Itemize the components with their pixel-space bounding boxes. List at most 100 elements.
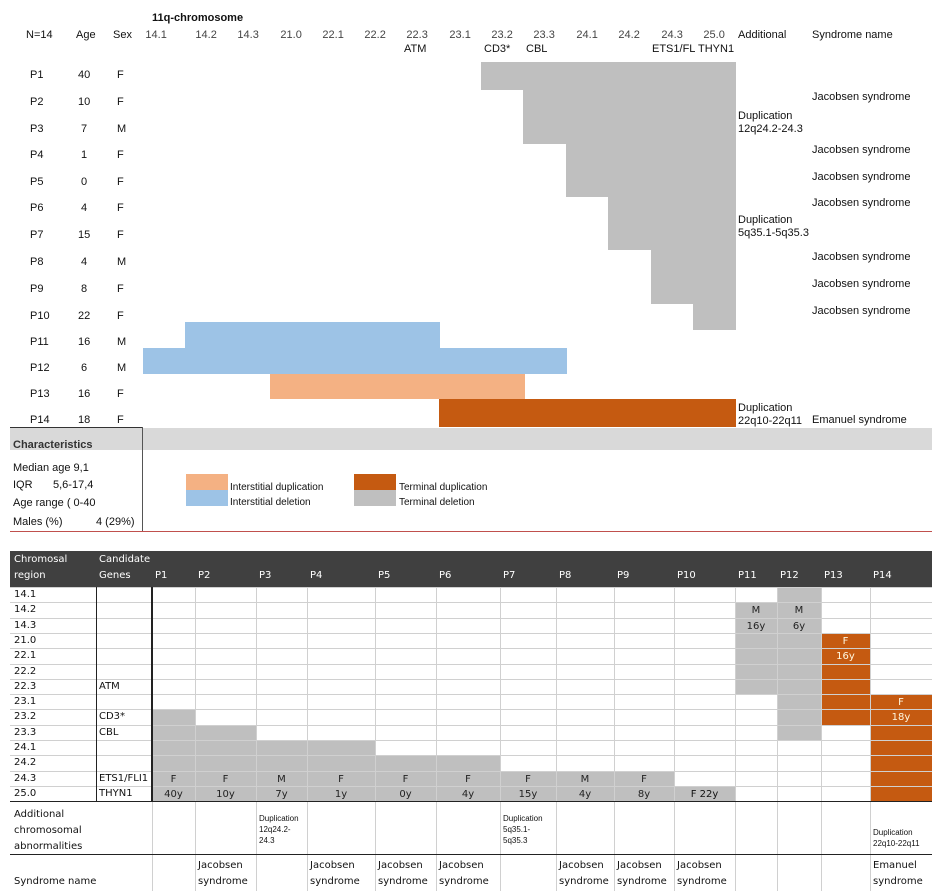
additional-P14-1: 22q10-22q11	[873, 839, 920, 849]
additional-P3-1: 12q24.2-	[259, 825, 291, 835]
iqr-label: IQR	[13, 479, 33, 491]
region-23.3: 23.3	[14, 726, 37, 738]
grid-row-line-5	[10, 663, 932, 665]
patient-age-P7: 15	[78, 229, 91, 241]
additional-note-0-line2: 12q24.2-24.3	[738, 123, 803, 135]
terminal-deletion-bar-P4	[566, 143, 736, 170]
age-P2: 10y	[216, 788, 235, 800]
legend-swatch-interstitial-del	[186, 490, 228, 506]
syndrome-P14-2: syndrome	[873, 876, 923, 888]
age-label: Age	[76, 29, 96, 41]
patient-id-P6: P6	[30, 202, 44, 214]
patient-sex-P12: M	[117, 362, 127, 374]
grid-col-line-14	[821, 587, 822, 891]
patient-id-P10: P10	[30, 310, 50, 322]
patient-id-P1: P1	[30, 69, 44, 81]
syndrome-P5-2: syndrome	[378, 876, 428, 888]
patient-age-P9: 8	[81, 283, 88, 295]
hdr-genes-1: Candidate	[99, 554, 151, 565]
syndrome-P14-1: Emanuel	[873, 860, 917, 872]
patient-sex-P2: F	[117, 96, 124, 108]
hdr-patient-P4: P4	[310, 570, 323, 581]
syndrome-P9-2: syndrome	[617, 876, 667, 888]
grid-row-line-1	[10, 602, 932, 604]
legend-swatch-terminal-del	[354, 490, 396, 506]
patient-age-P2: 10	[78, 96, 91, 108]
patient-sex-P7: F	[117, 229, 124, 241]
syndrome-P10-1: Jacobsen	[677, 860, 722, 872]
terminal-deletion-bar-P2	[523, 89, 736, 117]
sex-age-P10: F 22y	[690, 788, 719, 800]
region-24.2: 24.2	[14, 757, 37, 769]
additional-P3-2: 24.3	[259, 836, 275, 846]
additional-label-2: chromosomal	[14, 825, 82, 837]
syndrome-P2-2: syndrome	[198, 876, 248, 888]
grid-row-line-0	[10, 587, 932, 588]
band-label-14.2: 14.2	[195, 29, 217, 41]
patient-age-P1: 40	[78, 69, 91, 81]
gene-label-13: THYN1	[698, 43, 735, 55]
syndrome-P5-1: Jacobsen	[378, 860, 423, 872]
additional-P7-0: Duplication	[503, 814, 543, 824]
region-23.2: 23.2	[14, 711, 37, 723]
patient-id-P9: P9	[30, 283, 44, 295]
terminal-deletion-bar-P3	[523, 116, 736, 144]
grid-row-line-7	[10, 694, 932, 696]
genes-right-border	[151, 587, 153, 802]
sex-P14: F	[898, 697, 904, 709]
genes-left-border	[96, 587, 97, 802]
additional-label-1: Additional	[14, 809, 65, 821]
grid-col-line-9	[556, 587, 557, 891]
patient-age-P8: 4	[81, 256, 88, 268]
grid-row-line-10	[10, 740, 932, 741]
patient-syndrome-P5: Jacobsen syndrome	[812, 171, 911, 183]
patient-sex-P8: M	[117, 256, 127, 268]
grid-col-line-5	[307, 587, 308, 891]
sex-P4: F	[338, 773, 344, 785]
terminal-deletion-bar-P6	[608, 196, 736, 224]
additional-note-0-line1: Duplication	[738, 110, 793, 122]
interstitial-deletion-bar-P12	[143, 348, 567, 374]
red-separator	[10, 531, 932, 532]
hdr-patient-P9: P9	[617, 570, 630, 581]
patient-sex-P13: F	[117, 388, 124, 400]
syndrome-P4-2: syndrome	[310, 876, 360, 888]
hdr-patient-P11: P11	[738, 570, 757, 581]
gene-THYN1: THYN1	[99, 787, 133, 799]
hdr-patient-P1: P1	[155, 570, 168, 581]
patient-sex-P5: F	[117, 176, 124, 188]
patient-sex-P3: M	[117, 123, 127, 135]
patient-syndrome-P10: Jacobsen syndrome	[812, 305, 911, 317]
syndrome-P8-2: syndrome	[559, 876, 609, 888]
age-P8: 4y	[578, 788, 592, 800]
gene-ATM: ATM	[99, 680, 120, 692]
legend-terminal-dup: Terminal duplication	[399, 482, 488, 493]
band-label-23.3: 23.3	[533, 29, 555, 41]
age-P3: 7y	[275, 788, 288, 800]
additional-P14-0: Duplication	[873, 828, 913, 838]
sex-P8: M	[580, 773, 590, 785]
age-P7: 15y	[518, 788, 538, 800]
terminal-deletion-bar-P10	[693, 303, 736, 330]
grid-row-line-9	[10, 724, 932, 726]
patient-age-P6: 4	[81, 202, 88, 214]
patient-age-P14: 18	[78, 414, 91, 426]
patient-syndrome-P9: Jacobsen syndrome	[812, 278, 911, 290]
band-label-23.2: 23.2	[491, 29, 513, 41]
patient-syndrome-P14: Emanuel syndrome	[812, 414, 907, 426]
age-P4: 1y	[334, 788, 348, 800]
region-24.3: 24.3	[14, 772, 37, 784]
patient-sex-P9: F	[117, 283, 124, 295]
grid-row-line-8	[10, 709, 932, 711]
legend-interstitial-dup: Interstitial duplication	[230, 482, 324, 493]
patient-id-P4: P4	[30, 149, 44, 161]
band-label-22.2: 22.2	[364, 29, 386, 41]
patient-age-P12: 6	[81, 362, 88, 374]
sex-P1: F	[170, 773, 177, 785]
gene-ETS1/FLI1: ETS1/FLI1	[99, 772, 149, 784]
patient-syndrome-P8: Jacobsen syndrome	[812, 251, 911, 263]
grid-col-line-6	[375, 587, 376, 891]
sex-P12: M	[794, 605, 804, 617]
band-label-22.3: 22.3	[406, 29, 428, 41]
characteristics-title: Characteristics	[13, 439, 93, 451]
